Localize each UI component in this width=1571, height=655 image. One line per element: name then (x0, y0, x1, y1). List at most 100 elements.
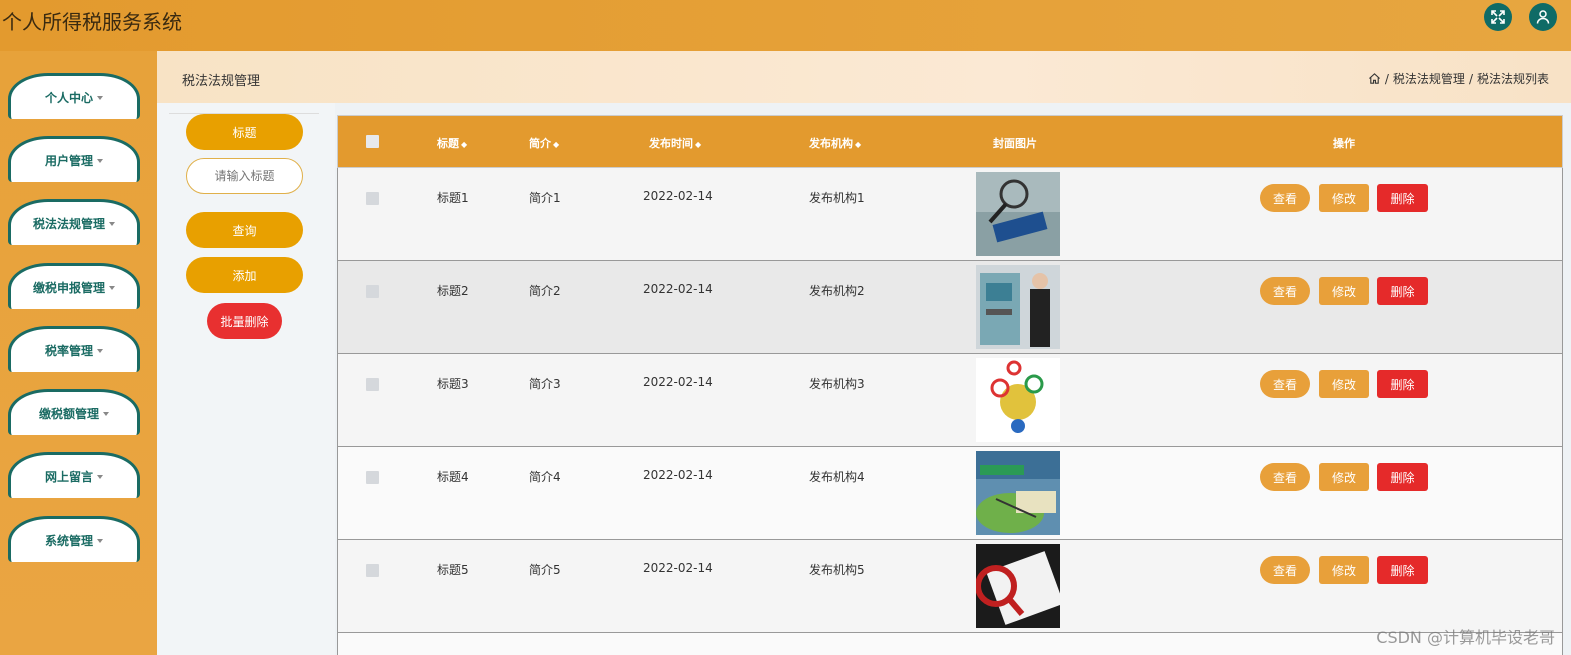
edit-button[interactable]: 修改 (1319, 370, 1369, 398)
sidebar-item-label: 缴税申报管理 (32, 281, 105, 295)
cover-image (976, 172, 1060, 256)
cover-image (976, 451, 1060, 535)
table-row: 标题3 简介3 2022-02-14 发布机构3 查看 修改 删除 (337, 354, 1563, 447)
sidebar-item-label: 用户管理 (44, 154, 93, 168)
page-header: 税法法规管理 / 税法法规管理 / 税法法规列表 (157, 51, 1571, 103)
user-icon (1536, 10, 1550, 24)
data-table: 标题 ◆ 简介 ◆ 发布时间 ◆ 发布机构 ◆ 封面图片 操作 标题1 简介1 2022… (337, 115, 1563, 655)
cell-summary: 简介5 (529, 563, 561, 577)
caret-down-icon (109, 221, 115, 226)
title-search-input[interactable] (186, 158, 303, 194)
sort-icon: ◆ (695, 139, 702, 149)
delete-button[interactable]: 删除 (1377, 463, 1428, 491)
cell-org: 发布机构4 (809, 470, 865, 484)
sidebar-item-user-management[interactable]: 用户管理 (8, 136, 140, 182)
table-row: 标题1 简介1 2022-02-14 发布机构1 查看 修改 删除 (337, 168, 1563, 261)
sidebar-item-personal-center[interactable]: 个人中心 (8, 73, 140, 119)
row-checkbox[interactable] (366, 378, 379, 391)
cell-title: 标题2 (437, 284, 469, 298)
edit-button[interactable]: 修改 (1319, 184, 1369, 212)
main-content: 标题 查询 添加 批量删除 标题◆ 简介◆ 发布时间◆ 发布机构◆ 封面图片 操… (157, 103, 1571, 655)
view-button[interactable]: 查看 (1260, 370, 1310, 398)
cell-summary: 简介2 (529, 284, 561, 298)
delete-button[interactable]: 删除 (1377, 277, 1428, 305)
sidebar-item-label: 缴税额管理 (38, 407, 99, 421)
breadcrumb: / 税法法规管理 / 税法法规列表 (1368, 70, 1549, 87)
delete-button[interactable]: 删除 (1377, 556, 1428, 584)
sidebar-item-tax-amount-management[interactable]: 缴税额管理 (8, 389, 140, 435)
page-title: 税法法规管理 (182, 74, 261, 89)
caret-down-icon (97, 348, 103, 353)
home-icon[interactable] (1368, 72, 1381, 85)
column-header-cover: 封面图片 (993, 137, 1037, 150)
batch-delete-button[interactable]: 批量删除 (207, 303, 282, 339)
row-checkbox[interactable] (366, 471, 379, 484)
fullscreen-icon (1491, 10, 1505, 24)
cell-date: 2022-02-14 (643, 189, 713, 203)
cover-image (976, 265, 1060, 349)
sidebar-item-label: 税法法规管理 (32, 217, 105, 231)
top-bar: 个人所得税服务系统 (0, 0, 1571, 51)
cell-summary: 简介3 (529, 377, 561, 391)
cover-image (976, 358, 1060, 442)
cell-org: 发布机构5 (809, 563, 865, 577)
table-row: 标题2 简介2 2022-02-14 发布机构2 查看 修改 删除 (337, 261, 1563, 354)
cell-title: 标题4 (437, 470, 469, 484)
fullscreen-button[interactable] (1484, 3, 1512, 31)
search-button[interactable]: 查询 (186, 212, 303, 248)
sidebar-item-label: 网上留言 (44, 470, 93, 484)
caret-down-icon (103, 411, 109, 416)
sidebar-item-label: 系统管理 (44, 534, 93, 548)
add-button[interactable]: 添加 (186, 257, 303, 293)
sidebar: 个人中心 用户管理 税法法规管理 缴税申报管理 税率管理 缴税额管理 网上留言 … (0, 51, 157, 655)
sidebar-item-tax-declaration-management[interactable]: 缴税申报管理 (8, 263, 140, 309)
cell-title: 标题1 (437, 191, 469, 205)
caret-down-icon (97, 95, 103, 100)
column-header-actions: 操作 (1333, 137, 1355, 150)
edit-button[interactable]: 修改 (1319, 556, 1369, 584)
watermark: CSDN @计算机毕设老哥 (1376, 628, 1555, 647)
cell-date: 2022-02-14 (643, 561, 713, 575)
cell-org: 发布机构2 (809, 284, 865, 298)
user-button[interactable] (1529, 3, 1557, 31)
view-button[interactable]: 查看 (1260, 556, 1310, 584)
caret-down-icon (97, 538, 103, 543)
cover-image (976, 544, 1060, 628)
row-checkbox[interactable] (366, 285, 379, 298)
table-row: 标题5 简介5 2022-02-14 发布机构5 查看 修改 删除 (337, 540, 1563, 633)
row-checkbox[interactable] (366, 192, 379, 205)
sidebar-item-online-message[interactable]: 网上留言 (8, 452, 140, 498)
cell-org: 发布机构3 (809, 377, 865, 391)
filter-panel: 标题 查询 添加 批量删除 (157, 103, 335, 655)
cell-summary: 简介1 (529, 191, 561, 205)
row-checkbox[interactable] (366, 564, 379, 577)
select-all-checkbox[interactable] (366, 135, 379, 148)
edit-button[interactable]: 修改 (1319, 463, 1369, 491)
column-header-org[interactable]: 发布机构 ◆ (809, 135, 861, 151)
cell-date: 2022-02-14 (643, 468, 713, 482)
delete-button[interactable]: 删除 (1377, 370, 1428, 398)
cell-title: 标题5 (437, 563, 469, 577)
cell-org: 发布机构1 (809, 191, 865, 205)
cell-date: 2022-02-14 (643, 282, 713, 296)
column-header-title[interactable]: 标题 ◆ (437, 135, 467, 151)
breadcrumb-separator: / (1384, 71, 1389, 86)
caret-down-icon (97, 158, 103, 163)
sort-icon: ◆ (553, 139, 560, 149)
column-header-summary[interactable]: 简介 ◆ (529, 135, 559, 151)
cell-title: 标题3 (437, 377, 469, 391)
edit-button[interactable]: 修改 (1319, 277, 1369, 305)
cell-date: 2022-02-14 (643, 375, 713, 389)
sidebar-item-tax-rate-management[interactable]: 税率管理 (8, 326, 140, 372)
sidebar-item-tax-law-management[interactable]: 税法法规管理 (8, 199, 140, 245)
sidebar-item-label: 个人中心 (44, 91, 93, 105)
app-title: 个人所得税服务系统 (2, 10, 182, 34)
column-header-date[interactable]: 发布时间 ◆ (649, 135, 701, 151)
sidebar-item-system-management[interactable]: 系统管理 (8, 516, 140, 562)
cell-summary: 简介4 (529, 470, 561, 484)
view-button[interactable]: 查看 (1260, 277, 1310, 305)
view-button[interactable]: 查看 (1260, 463, 1310, 491)
delete-button[interactable]: 删除 (1377, 184, 1428, 212)
view-button[interactable]: 查看 (1260, 184, 1310, 212)
breadcrumb-level1[interactable]: 税法法规管理 (1393, 70, 1465, 87)
